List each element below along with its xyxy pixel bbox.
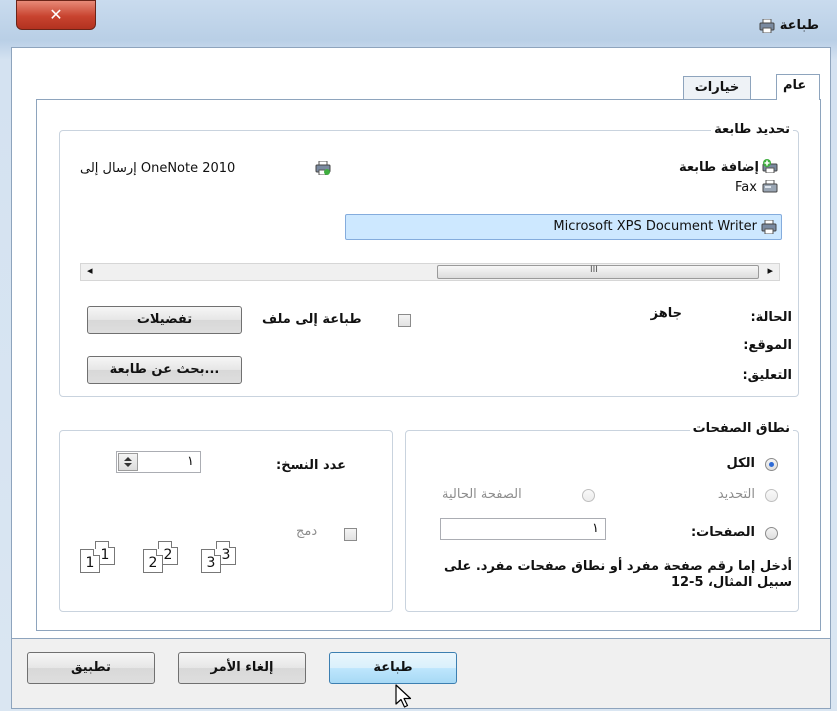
preferences-button[interactable]: تفضيلات <box>87 306 242 334</box>
page-range-current-label: الصفحة الحالية <box>442 487 522 502</box>
fax-icon[interactable] <box>762 180 778 194</box>
print-to-file-checkbox[interactable] <box>398 314 411 327</box>
add-printer-icon[interactable] <box>762 159 778 173</box>
scroll-thumb[interactable]: III <box>437 265 759 279</box>
scroll-right-arrow-icon[interactable]: ▸ <box>767 264 773 277</box>
printer-list-scrollbar[interactable]: ◂ III ▸ <box>80 263 780 281</box>
window-title: طباعة <box>755 18 819 33</box>
collate-page: 2 <box>143 549 163 573</box>
page-range-all-label: الكل <box>726 456 755 471</box>
tab-general-label: عام <box>783 78 807 93</box>
page-range-pages-label: الصفحات: <box>690 525 755 540</box>
title-bar: ✕ طباعة <box>0 0 837 44</box>
collate-page-number: 1 <box>85 555 95 571</box>
comment-label: التعليق: <box>742 368 792 383</box>
collate-label: دمج <box>296 524 318 539</box>
page-range-current-radio[interactable] <box>582 489 595 502</box>
dialog-title: طباعة <box>779 18 819 33</box>
collate-page-number: 1 <box>100 547 110 563</box>
collate-page-number: 3 <box>206 555 216 571</box>
copies-label: عدد النسخ: <box>276 458 347 473</box>
printer-item-add-printer[interactable]: إضافة طابعة <box>679 160 759 175</box>
page-range-pages-input[interactable]: ١ <box>440 518 606 540</box>
apply-button[interactable]: تطبيق <box>27 652 155 684</box>
collate-page: 1 <box>80 549 100 573</box>
collate-checkbox[interactable] <box>344 528 357 541</box>
scroll-left-arrow-icon[interactable]: ◂ <box>87 264 93 277</box>
printer-item-xps[interactable]: Microsoft XPS Document Writer <box>345 214 782 240</box>
page-range-hint: أدخل إما رقم صفحة مفرد أو نطاق صفحات مفر… <box>443 559 792 590</box>
spin-up-down-icon <box>124 457 132 467</box>
printer-icon <box>759 18 775 33</box>
close-button[interactable]: ✕ <box>16 0 96 30</box>
collate-page-number: 2 <box>148 555 158 571</box>
page-range-all-radio[interactable] <box>765 458 778 471</box>
page-range-selection-label: التحديد <box>717 487 755 502</box>
location-label: الموقع: <box>743 338 792 353</box>
printer-item-fax[interactable]: Fax <box>735 180 757 195</box>
page-range-selection-radio[interactable] <box>765 489 778 502</box>
tab-options-label: خيارات <box>694 80 740 95</box>
select-printer-label: تحديد طابعة <box>711 122 793 137</box>
print-dialog: ✕ طباعة عام خيارات تحديد طابعة إضافة طاب… <box>0 0 837 711</box>
status-value: جاهز <box>650 306 682 321</box>
collate-page-number: 2 <box>163 547 173 563</box>
find-printer-button[interactable]: بحث عن طابعة... <box>87 356 242 384</box>
tab-general[interactable]: عام <box>776 74 820 100</box>
printer-item-xps-label: Microsoft XPS Document Writer <box>553 219 757 234</box>
scroll-grip: III <box>590 265 598 275</box>
printer-icon <box>761 220 777 234</box>
print-to-file-label: طباعة إلى ملف <box>262 312 362 327</box>
cancel-button[interactable]: إلغاء الأمر <box>178 652 306 684</box>
collate-page-number: 3 <box>221 547 231 563</box>
printer-item-onenote[interactable]: إرسال إلى OneNote 2010 <box>80 161 235 176</box>
copies-spinner[interactable] <box>118 453 138 471</box>
status-label: الحالة: <box>750 310 792 325</box>
collate-page: 3 <box>201 549 221 573</box>
mouse-cursor-icon <box>395 684 412 708</box>
page-range-pages-radio[interactable] <box>765 527 778 540</box>
tab-options[interactable]: خيارات <box>683 76 751 100</box>
page-range-label: نطاق الصفحات <box>689 421 793 436</box>
printer-icon[interactable] <box>315 161 331 175</box>
print-button[interactable]: طباعة <box>329 652 457 684</box>
